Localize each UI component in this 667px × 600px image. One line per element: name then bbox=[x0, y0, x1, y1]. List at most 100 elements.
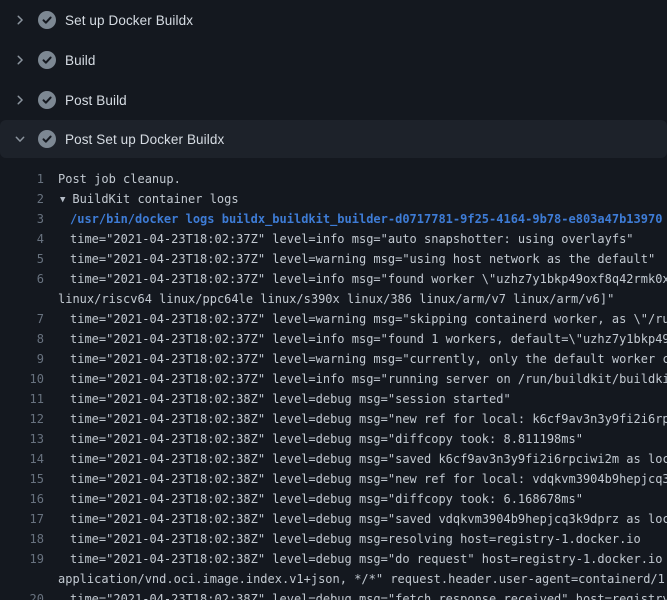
log-line-content: BuildKit container logs bbox=[72, 192, 238, 206]
chevron-right-icon bbox=[12, 92, 28, 108]
log-line-content: time="2021-04-23T18:02:37Z" level=info m… bbox=[70, 232, 634, 246]
log-line: application/vnd.oci.image.index.v1+json,… bbox=[0, 569, 667, 589]
log-line-content: Post job cleanup. bbox=[58, 172, 181, 186]
log-line: 4 time="2021-04-23T18:02:37Z" level=info… bbox=[0, 229, 667, 249]
log-line-text: application/vnd.oci.image.index.v1+json,… bbox=[58, 569, 667, 589]
log-line: 7 time="2021-04-23T18:02:37Z" level=warn… bbox=[0, 309, 667, 329]
log-line-content: time="2021-04-23T18:02:37Z" level=info m… bbox=[70, 272, 667, 286]
log-line: 20 time="2021-04-23T18:02:38Z" level=deb… bbox=[0, 589, 667, 600]
log-line: 13 time="2021-04-23T18:02:38Z" level=deb… bbox=[0, 429, 667, 449]
log-lines: 1 Post job cleanup. 2 ▼ BuildKit containe… bbox=[0, 169, 667, 600]
steps-list: Set up Docker Buildx Build Post Buil bbox=[0, 0, 667, 158]
chevron-right-icon bbox=[12, 12, 28, 28]
step-label: Post Set up Docker Buildx bbox=[65, 132, 224, 147]
log-line-number[interactable]: 15 bbox=[0, 469, 44, 489]
log-line-content: linux/riscv64 linux/ppc64le linux/s390x … bbox=[58, 292, 614, 306]
log-line-number[interactable]: 18 bbox=[0, 529, 44, 549]
log-line-text: time="2021-04-23T18:02:38Z" level=debug … bbox=[70, 409, 667, 429]
log-line-content: time="2021-04-23T18:02:38Z" level=debug … bbox=[70, 392, 511, 406]
log-line: linux/riscv64 linux/ppc64le linux/s390x … bbox=[0, 289, 667, 309]
log-line-text: /usr/bin/docker logs buildx_buildkit_bui… bbox=[70, 209, 662, 229]
log-line-content: time="2021-04-23T18:02:38Z" level=debug … bbox=[70, 472, 667, 486]
log-line: 1 Post job cleanup. bbox=[0, 169, 667, 189]
log-line: 6 time="2021-04-23T18:02:37Z" level=info… bbox=[0, 269, 667, 289]
group-toggle-icon[interactable]: ▼ bbox=[60, 190, 65, 210]
log-line: 11 time="2021-04-23T18:02:38Z" level=deb… bbox=[0, 389, 667, 409]
log-line-text: time="2021-04-23T18:02:37Z" level=warnin… bbox=[70, 309, 667, 329]
log-line: 5 time="2021-04-23T18:02:37Z" level=warn… bbox=[0, 249, 667, 269]
log-line-content: time="2021-04-23T18:02:38Z" level=debug … bbox=[70, 432, 583, 446]
log-line-number[interactable]: 5 bbox=[0, 249, 44, 269]
log-line: 3 /usr/bin/docker logs buildx_buildkit_b… bbox=[0, 209, 667, 229]
step-header[interactable]: Post Set up Docker Buildx bbox=[0, 120, 667, 158]
log-line: 17 time="2021-04-23T18:02:38Z" level=deb… bbox=[0, 509, 667, 529]
log-line-text: time="2021-04-23T18:02:38Z" level=debug … bbox=[70, 469, 667, 489]
chevron-right-icon bbox=[12, 52, 28, 68]
log-line-text: time="2021-04-23T18:02:38Z" level=debug … bbox=[70, 389, 511, 409]
log-line-number[interactable]: 1 bbox=[0, 169, 44, 189]
log-line-content: time="2021-04-23T18:02:38Z" level=debug … bbox=[70, 592, 667, 600]
step-label: Set up Docker Buildx bbox=[65, 13, 193, 28]
log-line-text: linux/riscv64 linux/ppc64le linux/s390x … bbox=[58, 289, 614, 309]
log-line-content: time="2021-04-23T18:02:37Z" level=info m… bbox=[70, 332, 667, 346]
log-line-number[interactable]: 12 bbox=[0, 409, 44, 429]
log-line-content: time="2021-04-23T18:02:38Z" level=debug … bbox=[70, 532, 641, 546]
log-line-number[interactable]: 2 bbox=[0, 189, 44, 209]
log-line: 19 time="2021-04-23T18:02:38Z" level=deb… bbox=[0, 549, 667, 569]
workflow-log-viewer: Set up Docker Buildx Build Post Buil bbox=[0, 0, 667, 600]
log-line: 2 ▼ BuildKit container logs bbox=[0, 189, 667, 209]
log-line-number[interactable]: 11 bbox=[0, 389, 44, 409]
log-line-number[interactable]: 9 bbox=[0, 349, 44, 369]
log-line-text: time="2021-04-23T18:02:37Z" level=warnin… bbox=[70, 249, 655, 269]
log-line-text: time="2021-04-23T18:02:38Z" level=debug … bbox=[70, 589, 667, 600]
step-header[interactable]: Post Build bbox=[0, 80, 667, 120]
log-line-number[interactable]: 14 bbox=[0, 449, 44, 469]
log-line-number[interactable]: 13 bbox=[0, 429, 44, 449]
log-line-number[interactable]: 4 bbox=[0, 229, 44, 249]
log-line-content: /usr/bin/docker logs buildx_buildkit_bui… bbox=[70, 212, 662, 226]
log-line-text: time="2021-04-23T18:02:37Z" level=info m… bbox=[70, 369, 667, 389]
log-line-number[interactable]: 17 bbox=[0, 509, 44, 529]
log-line-text: time="2021-04-23T18:02:38Z" level=debug … bbox=[70, 509, 667, 529]
chevron-down-icon bbox=[12, 131, 28, 147]
log-line: 9 time="2021-04-23T18:02:37Z" level=warn… bbox=[0, 349, 667, 369]
log-line-text[interactable]: ▼ BuildKit container logs bbox=[60, 189, 239, 211]
log-line-content: time="2021-04-23T18:02:37Z" level=warnin… bbox=[70, 352, 667, 366]
log-line-number[interactable]: 3 bbox=[0, 209, 44, 229]
check-circle-icon bbox=[38, 51, 56, 69]
log-line: 8 time="2021-04-23T18:02:37Z" level=info… bbox=[0, 329, 667, 349]
log-line-number[interactable]: 7 bbox=[0, 309, 44, 329]
log-line-text: time="2021-04-23T18:02:38Z" level=debug … bbox=[70, 449, 667, 469]
log-line-number[interactable]: 6 bbox=[0, 269, 44, 289]
log-line: 15 time="2021-04-23T18:02:38Z" level=deb… bbox=[0, 469, 667, 489]
log-line-content: application/vnd.oci.image.index.v1+json,… bbox=[58, 572, 667, 586]
log-line: 12 time="2021-04-23T18:02:38Z" level=deb… bbox=[0, 409, 667, 429]
check-circle-icon bbox=[38, 11, 56, 29]
log-line-number[interactable]: 19 bbox=[0, 549, 44, 569]
step-header[interactable]: Set up Docker Buildx bbox=[0, 0, 667, 40]
log-line-content: time="2021-04-23T18:02:37Z" level=warnin… bbox=[70, 252, 655, 266]
log-line-number[interactable]: 10 bbox=[0, 369, 44, 389]
log-line-text: time="2021-04-23T18:02:38Z" level=debug … bbox=[70, 529, 641, 549]
log-line-text: time="2021-04-23T18:02:38Z" level=debug … bbox=[70, 429, 583, 449]
log-line-text: time="2021-04-23T18:02:38Z" level=debug … bbox=[70, 549, 667, 569]
check-circle-icon bbox=[38, 91, 56, 109]
log-line-text: time="2021-04-23T18:02:37Z" level=warnin… bbox=[70, 349, 667, 369]
log-line: 10 time="2021-04-23T18:02:37Z" level=inf… bbox=[0, 369, 667, 389]
log-line-number[interactable]: 8 bbox=[0, 329, 44, 349]
step-header[interactable]: Build bbox=[0, 40, 667, 80]
log-line: 18 time="2021-04-23T18:02:38Z" level=deb… bbox=[0, 529, 667, 549]
log-line-content: time="2021-04-23T18:02:37Z" level=info m… bbox=[70, 372, 667, 386]
log-line: 16 time="2021-04-23T18:02:38Z" level=deb… bbox=[0, 489, 667, 509]
log-line: 14 time="2021-04-23T18:02:38Z" level=deb… bbox=[0, 449, 667, 469]
log-line-content: time="2021-04-23T18:02:38Z" level=debug … bbox=[70, 552, 667, 566]
step-label: Build bbox=[65, 53, 96, 68]
log-line-number[interactable]: 20 bbox=[0, 589, 44, 600]
log-line-content: time="2021-04-23T18:02:38Z" level=debug … bbox=[70, 452, 667, 466]
log-line-content: time="2021-04-23T18:02:38Z" level=debug … bbox=[70, 412, 667, 426]
log-line-text: time="2021-04-23T18:02:37Z" level=info m… bbox=[70, 269, 667, 289]
log-line-number[interactable]: 16 bbox=[0, 489, 44, 509]
check-circle-icon bbox=[38, 130, 56, 148]
log-line-text: time="2021-04-23T18:02:37Z" level=info m… bbox=[70, 329, 667, 349]
log-line-content: time="2021-04-23T18:02:37Z" level=warnin… bbox=[70, 312, 667, 326]
